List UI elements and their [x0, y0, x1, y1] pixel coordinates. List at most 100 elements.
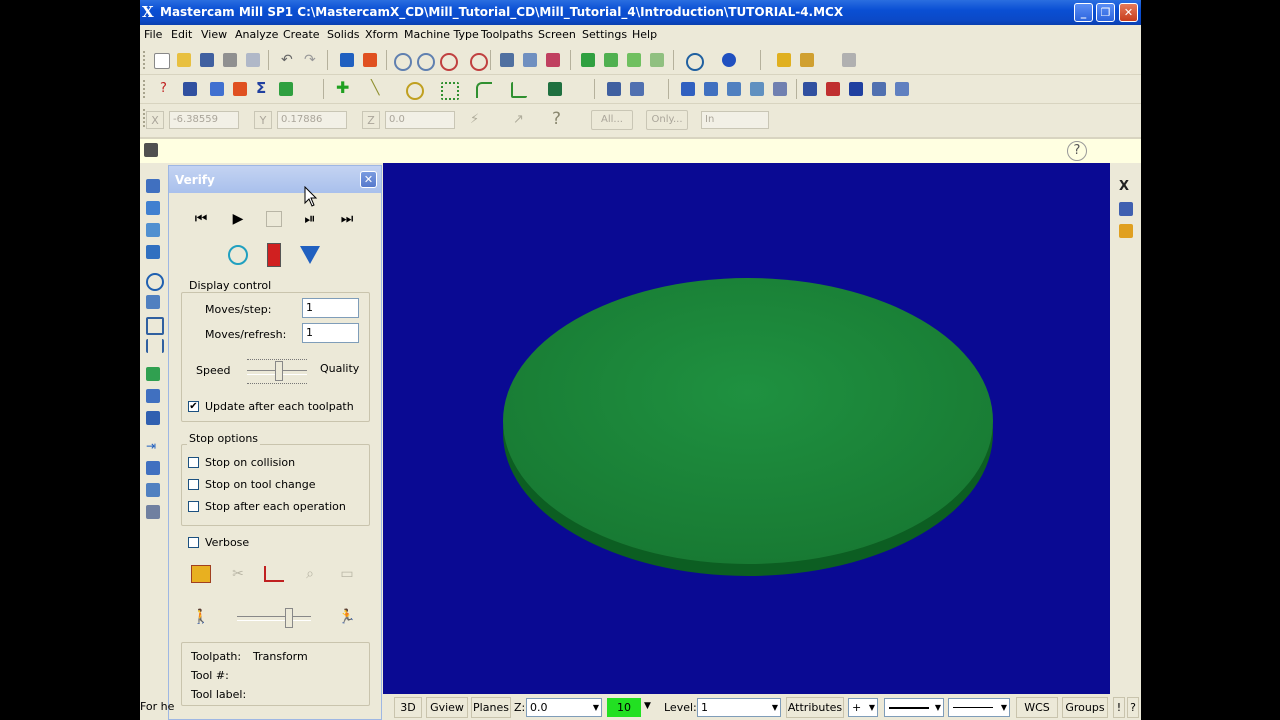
thread-mill-icon[interactable] — [146, 295, 160, 309]
pencil-icon[interactable] — [800, 53, 814, 67]
menu-settings[interactable]: Settings — [582, 28, 627, 41]
tool-info-button[interactable] — [187, 561, 215, 587]
backplot-icon[interactable] — [146, 461, 160, 475]
helix-bore-icon[interactable] — [146, 339, 164, 353]
spline-icon[interactable] — [476, 82, 492, 98]
xform-roll-icon[interactable] — [895, 82, 909, 96]
verify-title-bar[interactable]: Verify ✕ — [169, 166, 381, 193]
x-coord-input[interactable]: -6.38559 — [169, 111, 239, 129]
moves-refresh-input[interactable]: 1 — [302, 323, 359, 343]
close-button[interactable]: ✕ — [1119, 3, 1138, 22]
analyze-distance-icon[interactable] — [210, 82, 224, 96]
stop-collision-checkbox[interactable] — [188, 457, 199, 468]
status-attributes-button[interactable]: Attributes — [786, 697, 844, 718]
verbose-checkbox[interactable] — [188, 537, 199, 548]
pan-icon[interactable] — [340, 53, 354, 67]
menu-xform[interactable]: Xform — [365, 28, 398, 41]
analyze-chain-icon[interactable] — [183, 82, 197, 96]
trim-icon[interactable] — [607, 82, 621, 96]
cut-button[interactable]: ✂ — [224, 561, 252, 587]
verify-close-button[interactable]: ✕ — [360, 171, 377, 188]
undo-icon[interactable]: ↶ — [281, 53, 295, 67]
status-line-width-select[interactable]: ▼ — [948, 698, 1010, 717]
xform-translate-icon[interactable] — [681, 82, 695, 96]
new-file-icon[interactable] — [154, 53, 170, 69]
status-color-swatch[interactable]: 10 — [607, 698, 641, 717]
circle-icon[interactable] — [406, 82, 424, 100]
graphics-viewport[interactable] — [383, 163, 1110, 694]
pocket-icon[interactable] — [146, 223, 160, 237]
stock-icon[interactable] — [146, 505, 160, 519]
y-coord-input[interactable]: 0.17886 — [277, 111, 347, 129]
zoom-button[interactable]: ⌕ — [296, 561, 324, 587]
menu-help[interactable]: Help — [632, 28, 657, 41]
status-gview-button[interactable]: Gview — [426, 697, 468, 718]
options-button[interactable] — [224, 242, 252, 268]
xform-array-icon[interactable] — [849, 82, 863, 96]
transform-toolpath-icon[interactable]: ⇥ — [146, 439, 160, 453]
play-button[interactable]: ▶ — [224, 206, 252, 232]
selection-mode-select[interactable]: In — [701, 111, 769, 129]
z-coord-input[interactable]: 0.0 — [385, 111, 455, 129]
stop-each-operation-checkbox[interactable] — [188, 501, 199, 512]
exit-icon[interactable] — [279, 82, 293, 96]
mastercam-x-icon[interactable]: X — [1119, 180, 1133, 194]
menu-view[interactable]: View — [201, 28, 227, 41]
fast-point-icon[interactable]: ⚡ — [470, 113, 484, 127]
status-3d-button[interactable]: 3D — [394, 697, 422, 718]
open-folder-icon[interactable] — [1119, 224, 1133, 238]
filter-button[interactable] — [296, 242, 324, 268]
color-dropdown-arrow-icon[interactable]: ▼ — [644, 701, 651, 711]
fit-icon[interactable] — [363, 53, 377, 67]
surface-rough-icon[interactable] — [146, 367, 160, 381]
menu-file[interactable]: File — [144, 28, 162, 41]
redo-icon[interactable]: ↷ — [304, 53, 318, 67]
menu-create[interactable]: Create — [283, 28, 320, 41]
update-checkbox[interactable]: ✔ — [188, 401, 199, 412]
zoom-window-icon[interactable] — [394, 53, 412, 71]
xform-mirror-icon[interactable] — [704, 82, 718, 96]
status-help-button[interactable]: ? — [1127, 697, 1139, 718]
menu-machine-type[interactable]: Machine Type — [404, 28, 479, 41]
minimize-button[interactable]: _ — [1074, 3, 1093, 22]
menu-screen[interactable]: Screen — [538, 28, 576, 41]
status-level-select[interactable]: 1 ▼ — [697, 698, 781, 717]
speed-quality-slider[interactable] — [247, 356, 307, 386]
xform-wrap-icon[interactable] — [872, 82, 886, 96]
save-icon[interactable] — [200, 53, 214, 67]
menu-analyze[interactable]: Analyze — [235, 28, 278, 41]
analyze-area-icon[interactable] — [233, 82, 247, 96]
status-bang-button[interactable]: ! — [1113, 697, 1125, 718]
xform-project-icon[interactable] — [803, 82, 817, 96]
wireframe-icon[interactable] — [686, 53, 704, 71]
ribbon-eraser-icon[interactable] — [144, 143, 158, 157]
status-line-style-select[interactable]: ▼ — [884, 698, 944, 717]
sketch-icon[interactable] — [777, 53, 791, 67]
machine-group-icon[interactable] — [1119, 202, 1133, 216]
zoom-target-icon[interactable] — [417, 53, 435, 71]
select-all-button[interactable]: All... — [591, 110, 633, 130]
circle-mill-icon[interactable] — [146, 273, 164, 291]
menu-toolpaths[interactable]: Toolpaths — [481, 28, 533, 41]
zoom-out-icon[interactable] — [470, 53, 488, 71]
status-wcs-button[interactable]: WCS — [1016, 697, 1058, 718]
break-icon[interactable] — [630, 82, 644, 96]
help-icon[interactable]: ? — [552, 110, 566, 128]
chart-button[interactable] — [260, 561, 288, 587]
xform-scale-icon[interactable] — [750, 82, 764, 96]
line-icon[interactable]: ╲ — [371, 81, 385, 95]
step-forward-button[interactable]: ⏯ — [296, 206, 324, 232]
status-z-select[interactable]: 0.0 ▼ — [526, 698, 602, 717]
stock-color-button[interactable] — [260, 242, 288, 268]
slot-mill-icon[interactable] — [146, 317, 164, 335]
print-preview-icon[interactable] — [246, 53, 260, 67]
menu-edit[interactable]: Edit — [171, 28, 192, 41]
chamfer-icon[interactable] — [511, 82, 527, 98]
front-view-icon[interactable] — [627, 53, 641, 67]
shaded-icon[interactable] — [722, 53, 736, 67]
solid-icon[interactable] — [548, 82, 562, 96]
analyze-icon[interactable]: ? — [160, 82, 174, 96]
hide-icon[interactable] — [546, 53, 560, 67]
sim-speed-slider[interactable] — [237, 608, 311, 628]
sketch-point-icon[interactable]: ↗ — [513, 113, 527, 127]
